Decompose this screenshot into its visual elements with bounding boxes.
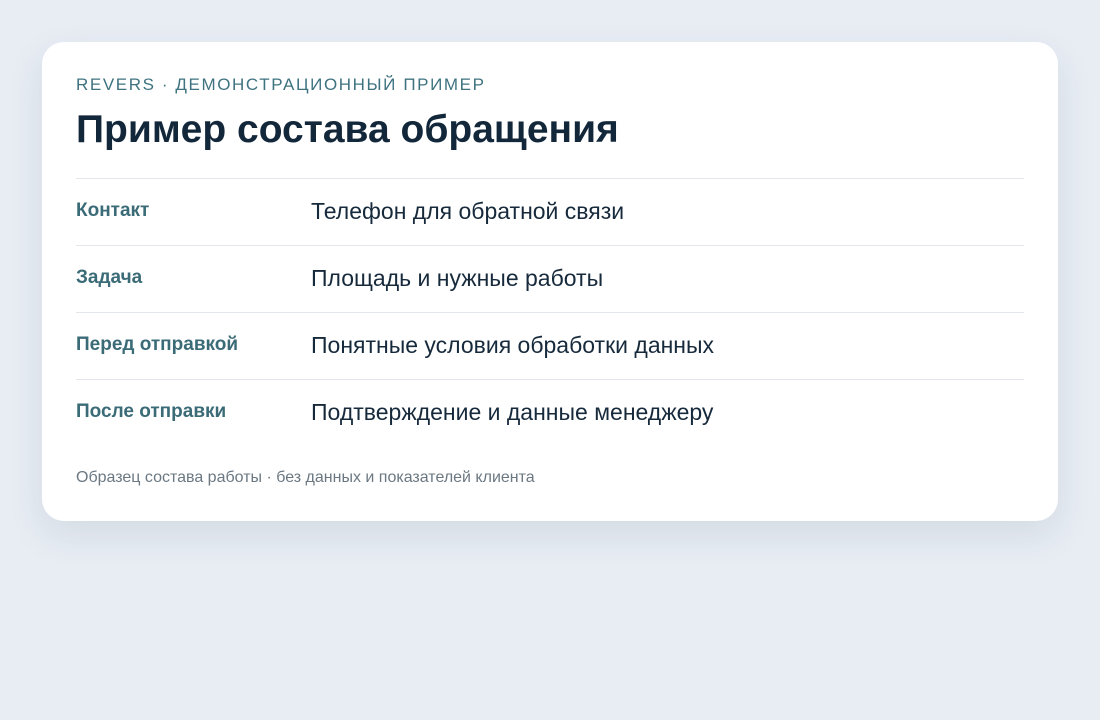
row-label-contact: Контакт: [76, 200, 150, 221]
row-value-after-send: Подтверждение и данные менеджеру: [311, 399, 714, 425]
row-value-task: Площадь и нужные работы: [311, 265, 604, 291]
row-label-after-send: После отправки: [76, 401, 227, 422]
request-composition-card: REVERS · ДЕМОНСТРАЦИОННЫЙ ПРИМЕР Пример …: [42, 42, 1058, 521]
footnote: Образец состава работы · без данных и по…: [76, 469, 535, 486]
list-item: Контакт Телефон для обратной связи: [76, 179, 1024, 246]
row-label-before-send: Перед отправкой: [76, 334, 239, 355]
list-item: Задача Площадь и нужные работы: [76, 246, 1024, 313]
row-value-before-send: Понятные условия обработки данных: [311, 332, 715, 358]
page-title: Пример состава обращения: [76, 108, 619, 151]
row-value-contact: Телефон для обратной связи: [311, 198, 625, 224]
list-item: После отправки Подтверждение и данные ме…: [76, 380, 1024, 446]
composition-list: Контакт Телефон для обратной связи Задач…: [76, 178, 1024, 446]
list-item: Перед отправкой Понятные условия обработ…: [76, 313, 1024, 380]
eyebrow-label: REVERS · ДЕМОНСТРАЦИОННЫЙ ПРИМЕР: [76, 75, 486, 94]
row-label-task: Задача: [76, 267, 143, 288]
